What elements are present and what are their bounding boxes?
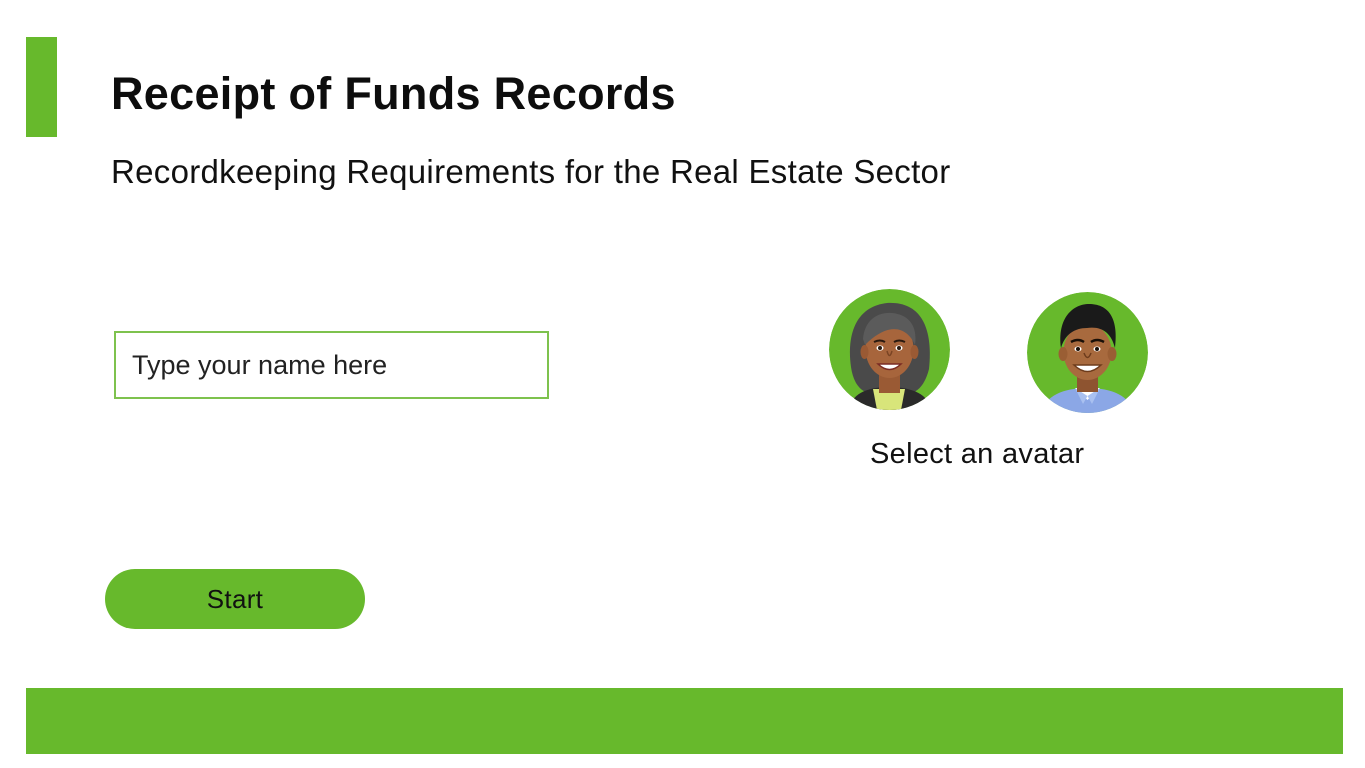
page-subtitle: Recordkeeping Requirements for the Real … <box>111 153 951 190</box>
female-avatar-option[interactable] <box>829 289 950 410</box>
page-title: Receipt of Funds Records <box>111 68 676 119</box>
avatar-caption: Select an avatar <box>870 438 1085 470</box>
start-button[interactable]: Start <box>105 569 365 629</box>
female-avatar-icon <box>829 289 950 410</box>
male-avatar-option[interactable] <box>1027 292 1148 413</box>
name-input[interactable] <box>114 331 549 399</box>
title-accent-bar <box>26 37 57 137</box>
footer-bar <box>26 688 1343 754</box>
male-avatar-icon <box>1027 292 1148 413</box>
